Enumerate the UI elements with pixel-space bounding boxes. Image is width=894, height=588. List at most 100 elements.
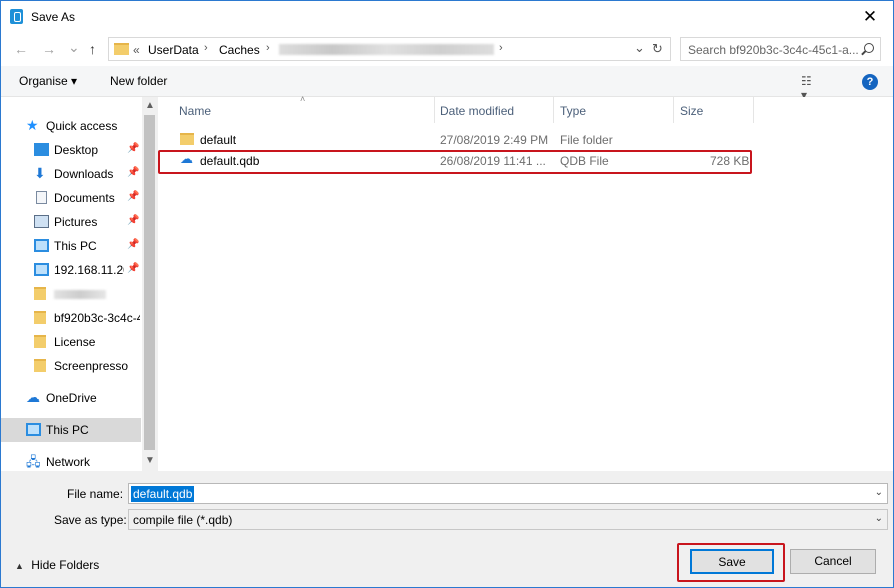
forward-button[interactable]: →	[42, 41, 56, 57]
pin-icon[interactable]: 📌	[127, 167, 139, 178]
chevron-down-icon[interactable]: ⌄	[875, 487, 883, 498]
column-header-date[interactable]: Date modified	[440, 104, 514, 118]
new-folder-button[interactable]: New folder	[110, 74, 167, 88]
sidebar-item-label: bf920b3c-3c4c-4	[54, 311, 140, 325]
chevron-right-icon[interactable]: ›	[204, 42, 208, 54]
sort-ascending-icon: ˄	[300, 94, 306, 104]
folder-icon	[34, 335, 46, 348]
search-icon	[864, 43, 874, 53]
pc-icon	[34, 239, 49, 252]
column-header-size[interactable]: Size	[680, 104, 703, 118]
breadcrumb-userdata[interactable]: UserData	[148, 43, 199, 57]
redacted-breadcrumb	[279, 44, 494, 55]
save-type-label: Save as type:	[54, 513, 127, 527]
column-divider[interactable]	[553, 97, 554, 123]
scroll-thumb[interactable]	[144, 115, 155, 450]
folder-icon	[180, 133, 194, 145]
folder-icon	[34, 311, 46, 324]
address-bar[interactable]: « UserData › Caches › › ⌄ ↻	[108, 37, 671, 61]
close-button[interactable]: ✕	[847, 1, 893, 32]
desktop-icon	[34, 143, 49, 156]
window-title: Save As	[31, 10, 76, 24]
sidebar-item-label: Screenpresso	[54, 359, 129, 373]
search-input[interactable]: Search bf920b3c-3c4c-45c1-a...	[688, 43, 858, 57]
sidebar-item-onedrive[interactable]: ☁ OneDrive	[1, 386, 141, 410]
sidebar-item-downloads[interactable]: ⬇ Downloads 📌	[1, 162, 141, 186]
pin-icon[interactable]: 📌	[127, 263, 139, 274]
chevron-up-icon: ▲	[15, 561, 24, 571]
sidebar-item-screenpresso[interactable]: Screenpresso	[1, 354, 141, 378]
pin-icon[interactable]: 📌	[127, 143, 139, 154]
file-row-default-folder[interactable]: default 27/08/2019 2:49 PM File folder	[158, 129, 758, 150]
cancel-button[interactable]: Cancel	[790, 549, 876, 574]
column-header-type[interactable]: Type	[560, 104, 586, 118]
chevron-down-icon[interactable]: ⌄	[875, 513, 883, 524]
highlight-box	[158, 150, 752, 174]
app-icon	[10, 9, 23, 24]
sidebar-item-label: Network	[46, 455, 91, 469]
download-icon: ⬇	[34, 165, 46, 181]
refresh-icon[interactable]: ↻	[652, 41, 663, 57]
folder-icon	[34, 359, 46, 372]
navigation-pane: ★ Quick access Desktop 📌 ⬇ Downloads 📌 D…	[1, 97, 157, 471]
organise-button[interactable]: Organise ▾	[19, 74, 77, 88]
save-as-dialog: Save As ✕ ← → ⌄ ↑ « UserData › Caches › …	[0, 0, 894, 588]
file-name: default	[200, 133, 237, 147]
file-type: File folder	[560, 133, 613, 147]
sidebar-item-quick-access[interactable]: ★ Quick access	[1, 114, 141, 138]
network-icon: 🖧	[26, 454, 41, 469]
sidebar-item-label: 192.168.11.20	[54, 263, 124, 277]
pin-icon[interactable]: 📌	[127, 215, 139, 226]
up-button[interactable]: ↑	[89, 41, 96, 57]
sidebar-item-pictures[interactable]: Pictures 📌	[1, 210, 141, 234]
folder-icon	[34, 287, 46, 300]
sidebar-item-desktop[interactable]: Desktop 📌	[1, 138, 141, 162]
address-prefix[interactable]: «	[133, 43, 140, 57]
column-divider[interactable]	[434, 97, 435, 123]
sidebar-scrollbar[interactable]: ▲ ▼	[142, 97, 157, 471]
scroll-down-icon[interactable]: ▼	[145, 455, 155, 466]
pictures-icon	[34, 215, 49, 228]
star-icon: ★	[26, 117, 39, 133]
network-drive-icon	[34, 263, 49, 276]
sidebar-item-label: OneDrive	[46, 391, 97, 405]
sidebar-item-label: Quick access	[46, 119, 118, 133]
chevron-right-icon[interactable]: ›	[499, 42, 503, 54]
file-list: ˄ Name Date modified Type Size default 2…	[158, 94, 893, 471]
help-icon[interactable]: ?	[862, 74, 878, 90]
sidebar-item-license[interactable]: License	[1, 330, 141, 354]
column-header-name[interactable]: Name	[179, 104, 211, 118]
sidebar-item-bf920b3c[interactable]: bf920b3c-3c4c-4	[1, 306, 141, 330]
file-name-label: File name:	[67, 487, 124, 501]
address-dropdown-icon[interactable]: ⌄	[634, 40, 645, 56]
navigation-bar: ← → ⌄ ↑ « UserData › Caches › › ⌄ ↻ Sear…	[1, 32, 893, 66]
pc-icon	[26, 423, 41, 436]
sidebar-item-this-pc-quick[interactable]: This PC 📌	[1, 234, 141, 258]
title-bar: Save As ✕	[1, 1, 893, 32]
scroll-up-icon[interactable]: ▲	[145, 100, 155, 111]
back-button[interactable]: ←	[14, 41, 28, 57]
save-type-select[interactable]: compile file (*.qdb) ⌄	[128, 509, 888, 530]
command-bar: Organise ▾ New folder ☷ ▾ ?	[1, 66, 893, 102]
save-type-value: compile file (*.qdb)	[133, 513, 233, 527]
file-date: 27/08/2019 2:49 PM	[440, 133, 549, 147]
file-name-input[interactable]: default.qdb	[131, 486, 195, 502]
folder-icon	[114, 43, 129, 55]
sidebar-item-this-pc[interactable]: This PC	[1, 418, 141, 442]
chevron-right-icon[interactable]: ›	[266, 42, 270, 54]
sidebar-item-redacted-folder[interactable]	[1, 282, 141, 306]
pin-icon[interactable]: 📌	[127, 191, 139, 202]
file-name-field[interactable]: default.qdb ⌄	[128, 483, 888, 504]
sidebar-item-network-drive[interactable]: 192.168.11.20 📌	[1, 258, 141, 282]
column-divider[interactable]	[753, 97, 754, 123]
hide-folders-button[interactable]: ▲ Hide Folders	[15, 558, 99, 572]
breadcrumb-caches[interactable]: Caches	[219, 43, 260, 57]
column-divider[interactable]	[673, 97, 674, 123]
documents-icon	[36, 191, 47, 204]
change-view-icon[interactable]: ☷ ▾	[801, 74, 817, 102]
pin-icon[interactable]: 📌	[127, 239, 139, 250]
search-box[interactable]: Search bf920b3c-3c4c-45c1-a...	[680, 37, 881, 61]
sidebar-item-documents[interactable]: Documents 📌	[1, 186, 141, 210]
recent-locations-button[interactable]: ⌄	[68, 39, 80, 56]
hide-folders-label: Hide Folders	[31, 558, 100, 572]
